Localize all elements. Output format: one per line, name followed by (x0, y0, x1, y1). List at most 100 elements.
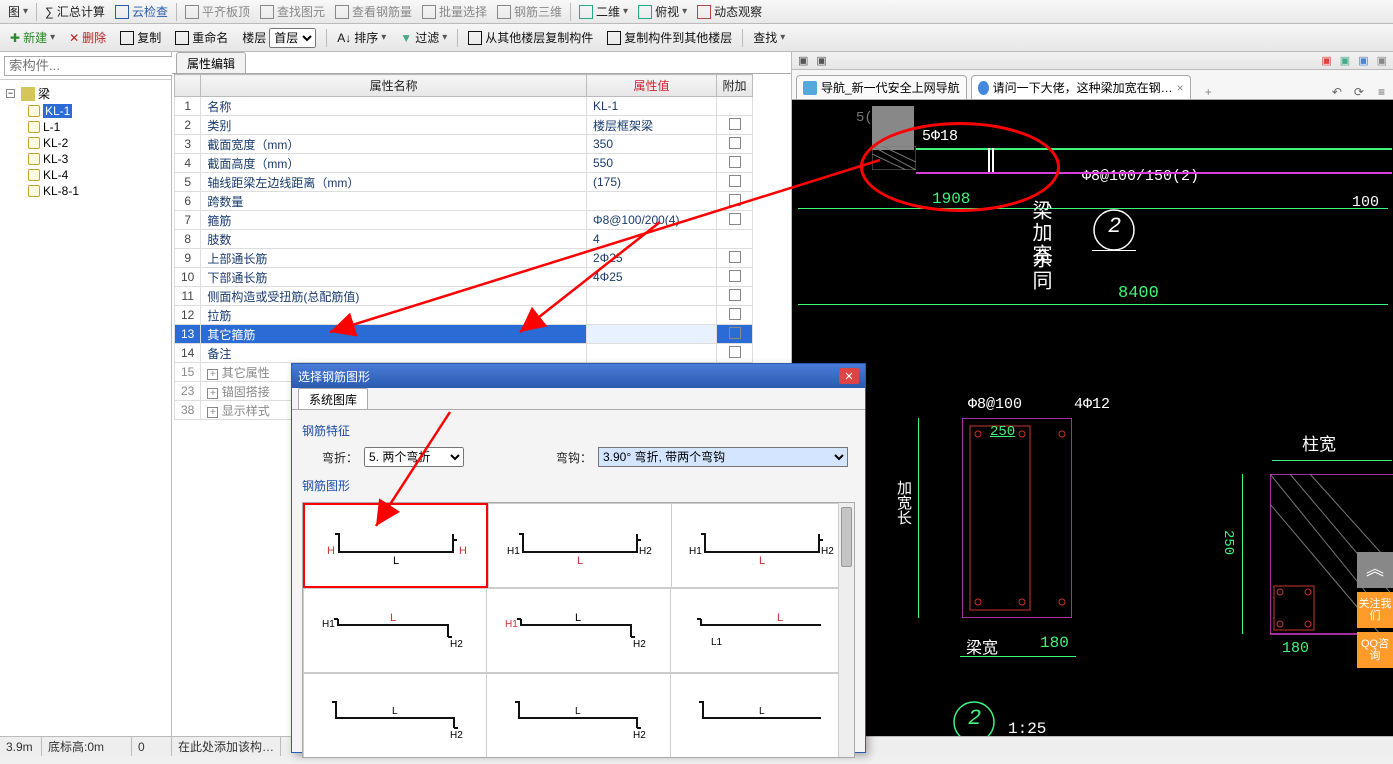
shape-cell[interactable]: H1LH2 (671, 503, 854, 588)
tree-item[interactable]: KL-4 (2, 167, 169, 183)
qq-consult-button[interactable]: QQ咨询 (1357, 632, 1393, 668)
property-row[interactable]: 10 下部通长筋 4Φ25 (175, 268, 753, 287)
floor-selector[interactable]: 楼层 首层 (236, 27, 322, 49)
checkbox[interactable] (729, 156, 741, 168)
col-name[interactable]: 属性名称 (201, 75, 587, 97)
bend-select[interactable]: 5. 两个弯折 (364, 447, 464, 467)
toolbar-icon[interactable]: ▣ (1321, 54, 1331, 67)
prop-value[interactable]: 350 (587, 135, 717, 154)
expand-icon[interactable]: + (207, 369, 218, 380)
close-button[interactable]: ✕ (839, 368, 859, 384)
hook-select[interactable]: 3.90° 弯折, 带两个弯钩 (598, 447, 848, 467)
find-button[interactable]: 查找 ▾ (747, 27, 791, 49)
tab-system-library[interactable]: 系统图库 (298, 388, 368, 409)
menu-icon[interactable]: ≡ (1370, 85, 1393, 99)
checkbox[interactable] (729, 213, 741, 225)
prop-value[interactable]: 4Φ25 (587, 268, 717, 287)
prop-value[interactable] (587, 325, 717, 344)
tree-item[interactable]: KL-8-1 (2, 183, 169, 199)
property-row[interactable]: 11 侧面构造或受扭筋(总配筋值) (175, 287, 753, 306)
shape-cell[interactable]: LL1 (670, 588, 854, 673)
property-row[interactable]: 13 其它箍筋 (175, 325, 753, 344)
shape-cell[interactable]: H1LH2 (303, 588, 486, 673)
expand-icon[interactable]: + (207, 388, 218, 399)
prop-value[interactable]: 2Φ25 (587, 249, 717, 268)
bookmark-icon[interactable]: ▣ (816, 54, 826, 67)
prop-value[interactable]: 550 (587, 154, 717, 173)
shape-cell[interactable]: HLH (303, 503, 488, 588)
tb-align-top[interactable]: 平齐板顶 (181, 2, 254, 22)
shape-cell[interactable]: L (670, 673, 854, 758)
sort-button[interactable]: A↓ 排序 ▾ (331, 27, 392, 49)
property-row[interactable]: 12 拉筋 (175, 306, 753, 325)
search-input[interactable] (4, 56, 191, 76)
checkbox[interactable] (729, 175, 741, 187)
tb-rebar-3d[interactable]: 钢筋三维 (493, 2, 566, 22)
floor-select[interactable]: 首层 (269, 28, 316, 48)
cad-canvas[interactable]: 5( 5Φ18 Φ8@100/150(2) 100 1908 梁加宽 余同 2 … (792, 100, 1393, 756)
copy-button[interactable]: 复制 (114, 27, 167, 49)
delete-button[interactable]: ✕ 删除 (63, 27, 112, 49)
dialog-titlebar[interactable]: 选择钢筋图形 ✕ (292, 364, 865, 388)
tb-2d[interactable]: 二维▾ (575, 2, 632, 22)
checkbox[interactable] (729, 308, 741, 320)
checkbox[interactable] (729, 327, 741, 339)
checkbox[interactable] (729, 270, 741, 282)
checkbox[interactable] (729, 118, 741, 130)
tb-find-elem[interactable]: 查找图元 (256, 2, 329, 22)
tb-dynamic[interactable]: 动态观察 (693, 2, 766, 22)
col-add[interactable]: 附加 (717, 75, 753, 97)
col-value[interactable]: 属性值 (587, 75, 717, 97)
bookmark-icon[interactable]: ▣ (798, 54, 808, 67)
undo-icon[interactable]: ↶ (1326, 85, 1348, 99)
property-row[interactable]: 5 轴线距梁左边线距离（mm） (175) (175, 173, 753, 192)
prop-value[interactable] (587, 306, 717, 325)
scrollbar-thumb[interactable] (841, 507, 852, 567)
tree-item[interactable]: L-1 (2, 119, 169, 135)
property-row[interactable]: 7 箍筋 Φ8@100/200(4) (175, 211, 753, 230)
tb-batch-select[interactable]: 批量选择 (418, 2, 491, 22)
scrollbar[interactable] (838, 503, 854, 757)
expand-icon[interactable]: + (207, 407, 218, 418)
toolbar-icon[interactable]: ▣ (1340, 54, 1350, 67)
shape-cell[interactable]: H1LH2 (486, 588, 669, 673)
collapse-icon[interactable]: − (6, 89, 15, 98)
property-row[interactable]: 4 截面高度（mm） 550 (175, 154, 753, 173)
tb-topview[interactable]: 俯视▾ (634, 2, 691, 22)
tb-cloud-check[interactable]: 云检查 (111, 2, 172, 22)
browser-tab[interactable]: 导航_新一代安全上网导航 (796, 75, 967, 99)
property-row[interactable]: 3 截面宽度（mm） 350 (175, 135, 753, 154)
prop-value[interactable]: Φ8@100/200(4) (587, 211, 717, 230)
tree-item[interactable]: KL-2 (2, 135, 169, 151)
tree-root-beam[interactable]: − 梁 (2, 84, 169, 103)
refresh-icon[interactable]: ⟳ (1348, 85, 1370, 99)
checkbox[interactable] (729, 346, 741, 358)
tb-view-rebar[interactable]: 查看钢筋量 (331, 2, 416, 22)
property-row[interactable]: 1 名称 KL-1 (175, 97, 753, 116)
browser-tab-active[interactable]: 请问一下大佬，这种梁加宽在钢… × (971, 75, 1191, 99)
follow-us-button[interactable]: 关注我们 (1357, 592, 1393, 628)
prop-value[interactable]: KL-1 (587, 97, 717, 116)
property-row[interactable]: 6 跨数量 (175, 192, 753, 211)
filter-button[interactable]: ▼ 过滤 ▾ (394, 27, 453, 49)
shape-cell[interactable]: LH2 (303, 673, 486, 758)
close-icon[interactable]: × (1177, 81, 1184, 95)
prop-value[interactable]: (175) (587, 173, 717, 192)
shape-cell[interactable]: LH2 (486, 673, 669, 758)
tree-item[interactable]: KL-1 (2, 103, 169, 119)
toolbar-icon[interactable]: ▣ (1358, 54, 1368, 67)
prop-value[interactable] (587, 344, 717, 363)
prop-value[interactable]: 楼层框架梁 (587, 116, 717, 135)
property-row[interactable]: 8 肢数 4 (175, 230, 753, 249)
scroll-top-button[interactable]: ︽ (1357, 552, 1393, 588)
tb-sum-calc[interactable]: ∑ 汇总计算 (41, 2, 109, 22)
new-button[interactable]: ✚ 新建 ▾ (4, 27, 61, 49)
prop-value[interactable] (587, 192, 717, 211)
property-row[interactable]: 2 类别 楼层框架梁 (175, 116, 753, 135)
copy-from-floor-button[interactable]: 从其他楼层复制构件 (462, 27, 599, 49)
shape-cell[interactable]: H1LH2 (488, 503, 670, 588)
checkbox[interactable] (729, 251, 741, 263)
checkbox[interactable] (729, 137, 741, 149)
prop-value[interactable]: 4 (587, 230, 717, 249)
cad-viewport[interactable]: ▣ ▣ ▣ ▣ ▣ ▣ 导航_新一代安全上网导航 请问一下大佬，这种梁加宽在钢…… (792, 52, 1393, 756)
